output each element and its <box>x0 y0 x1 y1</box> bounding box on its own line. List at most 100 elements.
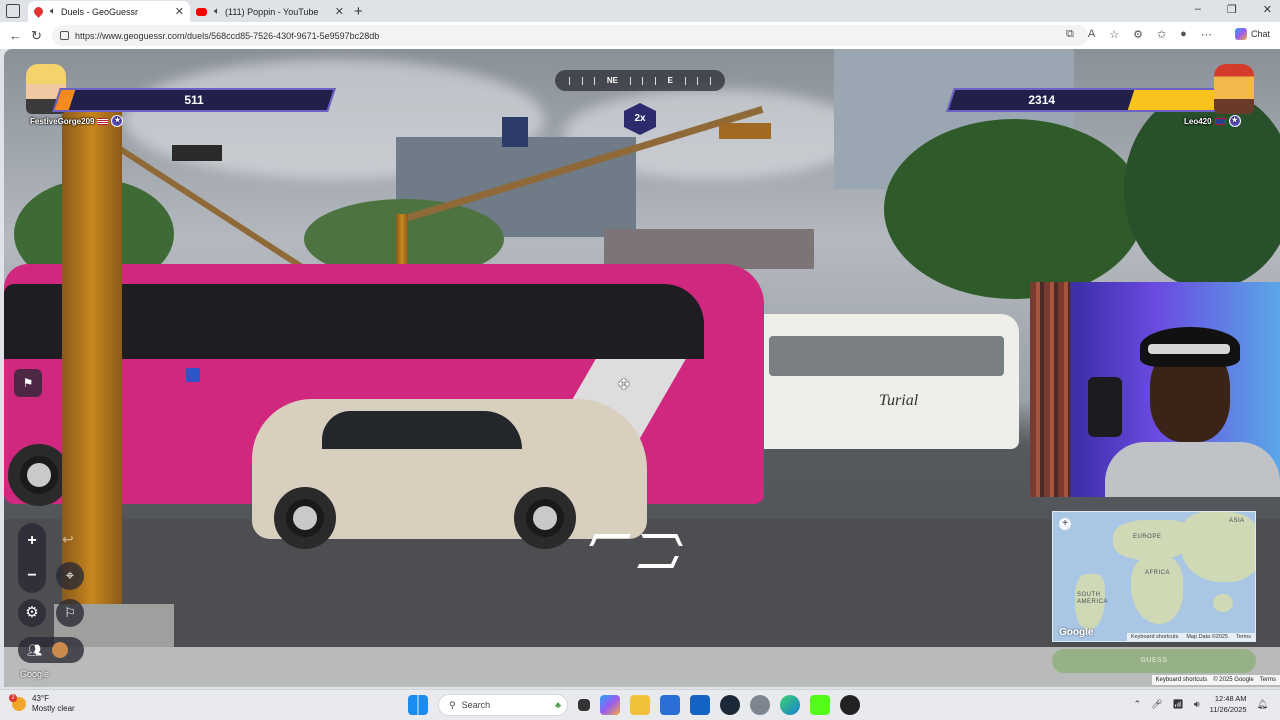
gb-flag-icon <box>1214 117 1226 125</box>
steam-icon[interactable] <box>720 695 740 715</box>
street-view-panorama[interactable]: Turial ✥ 511 FestiveGorge209 ★ 2314 Leo4… <box>4 49 1280 687</box>
us-flag-icon <box>97 117 109 125</box>
wifi-icon[interactable]: 📶︎ <box>1172 699 1183 710</box>
speaker-icon[interactable]: 🔈︎ <box>214 6 220 17</box>
geoguessr-pin-icon <box>32 5 45 18</box>
compass-label-ne: NE <box>606 76 618 85</box>
search-icon: ⚲ <box>449 699 456 710</box>
nav-arrow[interactable] <box>637 556 679 568</box>
task-view-icon[interactable] <box>578 699 590 711</box>
friends-pill[interactable]: 👥︎ <box>18 637 84 663</box>
url-field[interactable]: https://www.geoguessr.com/duels/568ccd85… <box>52 25 1088 46</box>
white-bus: Turial <box>749 314 1019 449</box>
player-right-health-bar: 2314 <box>946 88 1234 112</box>
map-data-text: Map Data ©2025 <box>1186 634 1229 640</box>
chevron-up-icon[interactable]: ⌃ <box>1133 699 1141 710</box>
settings-app-icon[interactable] <box>750 695 770 715</box>
checkpoint-flag-icon[interactable]: ⚐ <box>56 599 84 627</box>
search-placeholder: Search <box>461 700 491 710</box>
youtube-icon <box>196 7 207 16</box>
terms-link[interactable]: Terms <box>1236 634 1251 640</box>
health-value: 2314 <box>1028 93 1056 107</box>
clock[interactable]: 12:48 AM 11/26/2025 <box>1210 693 1247 715</box>
microphone-icon[interactable]: 🎤︎ <box>1151 699 1162 710</box>
app-install-icon[interactable]: ⧉ <box>1066 28 1074 41</box>
window-menu-icon[interactable] <box>6 4 20 18</box>
tab-youtube[interactable]: 🔈︎ (111) Poppin - YouTube ✕ <box>190 1 350 22</box>
player-right-avatar <box>1214 64 1254 114</box>
curtain <box>1030 282 1070 497</box>
move-cursor-icon: ✥ <box>618 376 630 392</box>
keyboard-shortcuts-link[interactable]: Keyboard shortcuts <box>1131 634 1178 640</box>
landmass <box>1181 512 1255 582</box>
report-icon[interactable]: ⚑ <box>14 369 42 397</box>
close-window-icon[interactable]: ✕ <box>1263 3 1272 16</box>
traffic-light <box>719 123 771 139</box>
back-arrow-icon[interactable]: ← <box>9 28 22 43</box>
map-expand-icon[interactable]: + <box>1059 518 1071 530</box>
google-logo: Google <box>20 669 50 679</box>
utility-pole <box>62 109 122 629</box>
level-badge-icon: ★ <box>111 115 124 127</box>
speaker-icon[interactable]: 🔈︎ <box>50 6 56 17</box>
landmass <box>1213 594 1233 612</box>
nav-arrow[interactable] <box>589 534 631 546</box>
terms-link[interactable]: Terms <box>1260 677 1276 683</box>
chat-label: Chat <box>1250 29 1270 39</box>
profile-icon[interactable]: ● <box>1180 28 1187 41</box>
tree <box>884 119 1144 299</box>
map-label-africa: AFRICA <box>1145 570 1171 576</box>
edge-icon[interactable] <box>780 695 800 715</box>
extensions-icon[interactable]: ⚙ <box>1133 28 1143 41</box>
player-name-text: FestiveGorge209 <box>30 116 95 126</box>
close-tab-icon[interactable]: ✕ <box>175 5 184 18</box>
google-logo: Google <box>1059 627 1094 638</box>
read-aloud-icon[interactable]: A <box>1088 28 1095 41</box>
obs-icon[interactable] <box>840 695 860 715</box>
favorites-icon[interactable]: ✩ <box>1157 28 1166 41</box>
tab-title: Duels - GeoGuessr <box>61 6 139 17</box>
zoom-out-button[interactable]: − <box>18 558 46 593</box>
taskbar-apps: ⚲ Search ♣ <box>408 694 860 716</box>
copilot-app-icon[interactable] <box>600 695 620 715</box>
kick-icon[interactable] <box>810 695 830 715</box>
address-icons: ⧉ A ☆ ⚙ ✩ ● ⋯ <box>1066 28 1212 41</box>
car-windows <box>322 411 522 449</box>
minimize-icon[interactable]: – <box>1195 3 1201 16</box>
file-explorer-icon[interactable] <box>630 695 650 715</box>
map-attribution: Keyboard shortcuts Map Data ©2025 Terms <box>1126 633 1255 641</box>
store-icon[interactable] <box>660 695 680 715</box>
silver-car <box>252 399 647 549</box>
restore-icon[interactable]: ❐ <box>1227 3 1237 16</box>
streamer-webcam <box>1030 282 1280 497</box>
tab-geoguessr[interactable]: 🔈︎ Duels - GeoGuessr ✕ <box>28 1 190 22</box>
weather-widget[interactable]: 2 43°F Mostly clear <box>9 694 75 714</box>
shirt <box>1105 442 1280 497</box>
nav-arrow[interactable] <box>641 534 683 546</box>
outlook-icon[interactable] <box>690 695 710 715</box>
new-tab-icon[interactable]: + <box>354 3 363 20</box>
building <box>604 229 814 269</box>
url-text: https://www.geoguessr.com/duels/568ccd85… <box>75 30 380 41</box>
guess-button[interactable]: GUESS <box>1052 649 1256 673</box>
site-info-icon[interactable] <box>60 31 69 40</box>
close-tab-icon[interactable]: ✕ <box>335 5 344 18</box>
weather-desc: Mostly clear <box>32 704 75 713</box>
friends-icon: 👥︎ <box>27 643 43 657</box>
copilot-chat-button[interactable]: Chat <box>1234 28 1270 40</box>
notifications-bell-icon[interactable]: 🔔︎ <box>1257 699 1268 710</box>
settings-gear-icon[interactable]: ⚙ <box>18 599 46 627</box>
undo-icon[interactable]: ↩ <box>62 531 74 548</box>
volume-icon[interactable]: 🔊︎ <box>1194 699 1200 710</box>
favorite-star-icon[interactable]: ☆ <box>1109 28 1119 41</box>
keyboard-shortcuts-link[interactable]: Keyboard shortcuts <box>1156 677 1208 683</box>
windows-start-icon[interactable] <box>408 695 428 715</box>
taskbar-search[interactable]: ⚲ Search ♣ <box>438 694 568 716</box>
zoom-in-button[interactable]: + <box>18 523 46 558</box>
return-to-start-icon[interactable]: ⌖ <box>56 562 84 590</box>
system-tray: ⌃ 🎤︎ 📶︎ 🔊︎ 12:48 AM 11/26/2025 🔔︎ <box>1133 693 1268 715</box>
more-menu-icon[interactable]: ⋯ <box>1201 28 1212 41</box>
guess-minimap[interactable]: EUROPE AFRICA ASIA SOUTH AMERICA + Googl… <box>1052 511 1256 642</box>
reload-icon[interactable]: ↻ <box>31 28 42 44</box>
notification-badge: 2 <box>9 694 17 702</box>
